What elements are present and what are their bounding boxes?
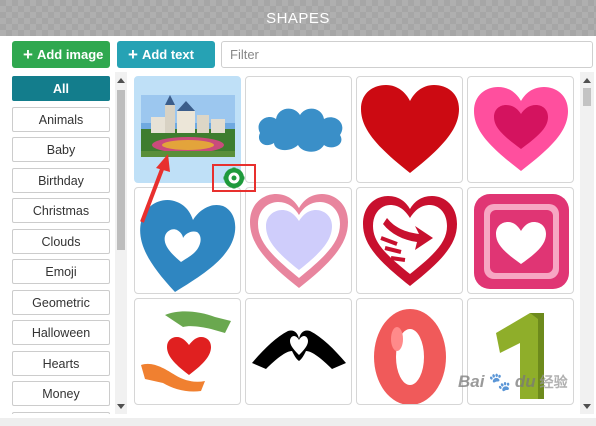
shapes-scrollbar[interactable] — [580, 72, 594, 414]
add-image-button[interactable]: + Add image — [12, 41, 110, 68]
shape-tile-red-heart[interactable] — [356, 76, 463, 183]
category-label: Birthday — [38, 173, 84, 188]
category-label: All — [53, 81, 69, 96]
category-label: Emoji — [45, 264, 77, 279]
panel-title: SHAPES — [266, 9, 330, 27]
red-heart-arrow-shape-icon — [363, 196, 457, 286]
category-label: Baby — [46, 142, 76, 157]
pink-double-heart-shape-icon — [474, 87, 568, 171]
category-item-baby[interactable]: Baby — [12, 137, 110, 162]
category-item-hearts[interactable]: Hearts — [12, 351, 110, 376]
paw-icon: 🐾 — [488, 371, 511, 392]
category-item-christmas[interactable]: Christmas — [12, 198, 110, 223]
category-item-all[interactable]: All — [12, 76, 110, 101]
bottom-border — [0, 418, 596, 426]
green-gear-icon[interactable] — [223, 167, 245, 189]
scrollbar-thumb[interactable] — [117, 90, 125, 250]
red-heart-shape-icon — [361, 85, 459, 173]
filter-input[interactable] — [221, 41, 593, 68]
category-label: Clouds — [41, 234, 81, 249]
shape-tile-square-heart[interactable] — [467, 187, 574, 294]
panel-header: SHAPES — [0, 0, 596, 36]
category-label: Christmas — [32, 203, 90, 218]
category-item-geometric[interactable]: Geometric — [12, 290, 110, 315]
baidu-watermark: Bai 🐾 du 经验 — [458, 368, 578, 396]
plus-icon: + — [128, 45, 138, 64]
category-scrollbar[interactable] — [115, 72, 127, 414]
red-number-zero-shape-icon — [374, 309, 446, 404]
scroll-up-arrow-icon[interactable] — [117, 78, 125, 83]
black-hands-heart-shape-icon — [252, 330, 346, 369]
category-label: Animals — [38, 112, 84, 127]
category-item-birthday[interactable]: Birthday — [12, 168, 110, 193]
category-item-emoji[interactable]: Emoji — [12, 259, 110, 284]
category-item-halloween[interactable]: Halloween — [12, 320, 110, 345]
watermark-cn-text: 经验 — [539, 374, 568, 390]
shape-tile-black-hands-heart[interactable] — [245, 298, 352, 405]
hands-holding-heart-shape-icon — [141, 311, 231, 392]
watermark-text-2: du — [514, 372, 536, 391]
category-label: Money — [42, 386, 80, 401]
category-item-animals[interactable]: Animals — [12, 107, 110, 132]
scroll-down-arrow-icon[interactable] — [117, 404, 125, 409]
scroll-up-arrow-icon[interactable] — [583, 78, 591, 83]
category-label: Hearts — [42, 356, 80, 371]
add-text-label: Add text — [141, 47, 194, 62]
scrollbar-thumb[interactable] — [583, 88, 591, 106]
watermark-text: Bai — [458, 372, 485, 391]
shape-tile-hands-holding-heart[interactable] — [134, 298, 241, 405]
shape-tile-pink-double-heart[interactable] — [467, 76, 574, 183]
category-list: All Animals Baby Birthday Christmas Clou… — [6, 72, 130, 414]
plus-icon: + — [23, 45, 33, 64]
scroll-down-arrow-icon[interactable] — [583, 404, 591, 409]
category-item-more[interactable] — [12, 412, 110, 414]
add-text-button[interactable]: + Add text — [117, 41, 215, 68]
add-image-label: Add image — [36, 47, 104, 62]
category-label: Halloween — [31, 325, 91, 340]
shape-tile-number-zero[interactable] — [356, 298, 463, 405]
pink-square-heart-shape-icon — [474, 194, 569, 289]
shape-tile-heart-arrow[interactable] — [356, 187, 463, 294]
category-item-money[interactable]: Money — [12, 381, 110, 406]
category-label: Geometric — [32, 295, 90, 310]
category-item-clouds[interactable]: Clouds — [12, 229, 110, 254]
